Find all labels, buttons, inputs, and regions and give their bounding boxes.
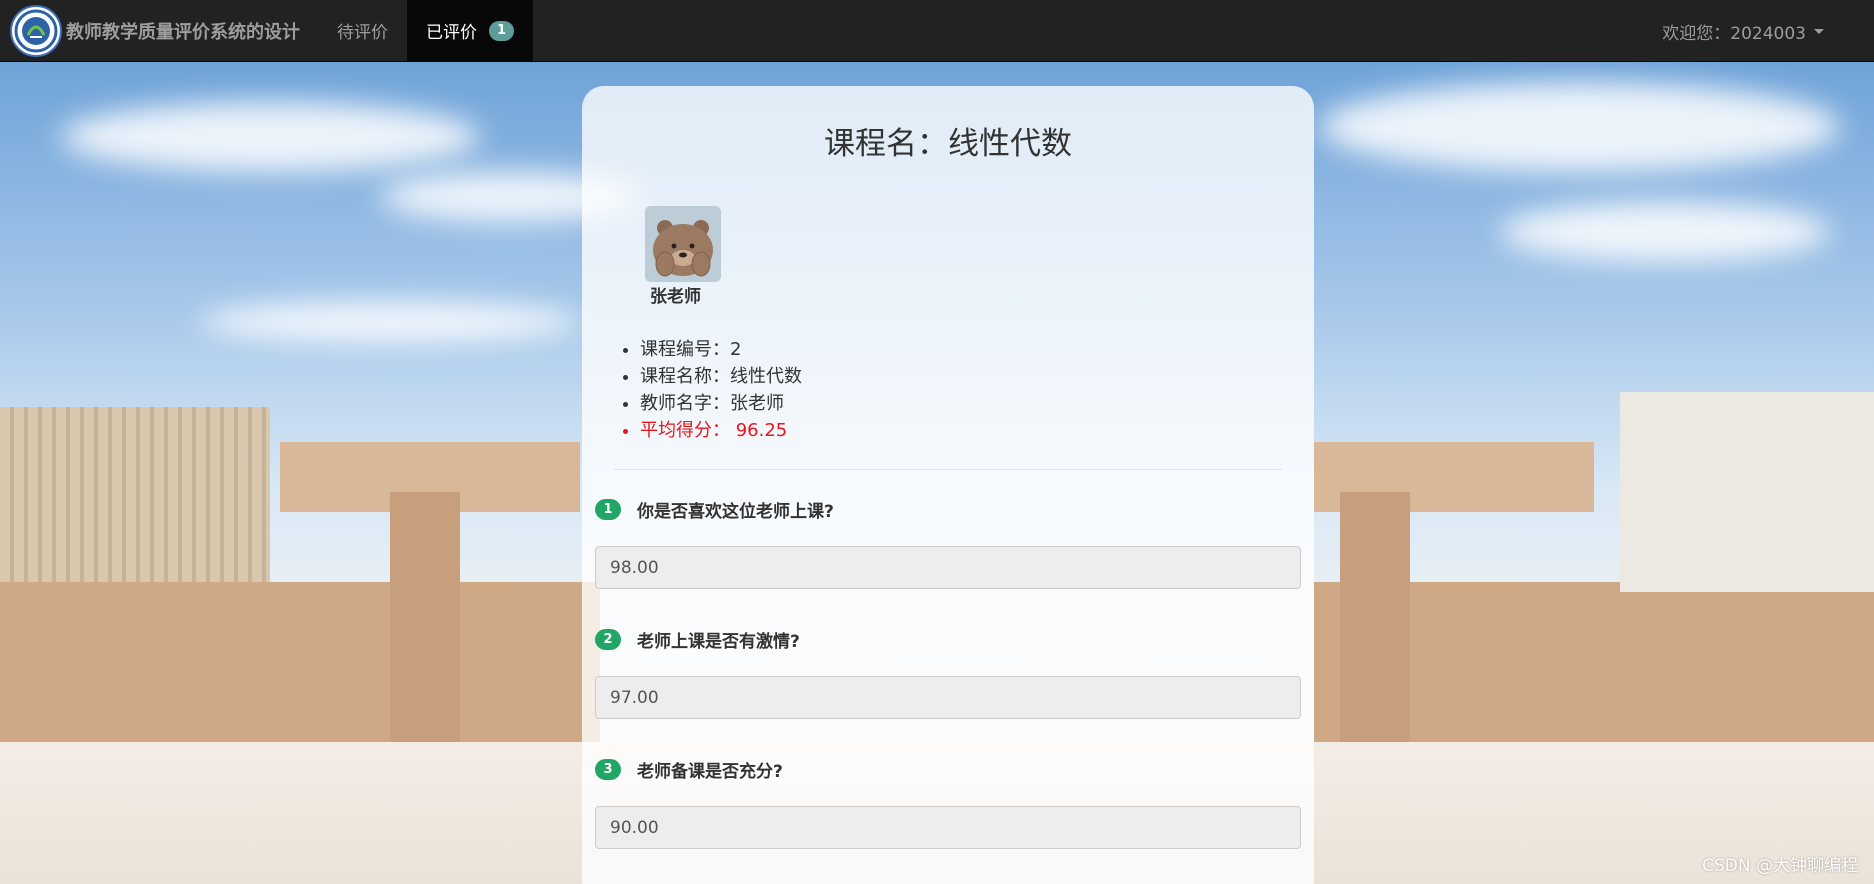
course-title: 课程名：线性代数 — [824, 126, 1072, 162]
average-score-item: 平均得分： 96.25 — [640, 417, 802, 444]
welcome-user-text: 欢迎您：2024003 — [1662, 23, 1806, 44]
question-text: 老师备课是否充分? — [637, 762, 783, 782]
top-navbar: 教师教学质量评价系统的设计 待评价 已评价 1 欢迎您：2024003 — [0, 0, 1874, 62]
question-number-badge: 1 — [595, 499, 621, 520]
question-text: 你是否喜欢这位老师上课? — [637, 502, 834, 522]
teacher-name: 张老师 — [650, 287, 701, 307]
question-3: 3 老师备课是否充分? — [595, 757, 783, 782]
user-menu-dropdown[interactable]: 欢迎您：2024003 — [1662, 0, 1824, 62]
course-info-list: 课程编号：2 课程名称：线性代数 教师名字：张老师 平均得分： 96.25 — [640, 336, 802, 444]
tab-label: 已评价 — [426, 23, 477, 43]
teacher-name-item: 教师名字：张老师 — [640, 390, 802, 417]
question-3-score-field[interactable]: 90.00 — [595, 806, 1301, 849]
divider — [614, 469, 1282, 470]
question-1: 1 你是否喜欢这位老师上课? — [595, 497, 834, 522]
brand-title[interactable]: 教师教学质量评价系统的设计 — [66, 18, 300, 44]
school-logo[interactable] — [10, 4, 62, 57]
csdn-watermark: CSDN @大钟聊编程 — [1702, 856, 1858, 876]
question-2: 2 老师上课是否有激情? — [595, 627, 800, 652]
question-2-score-field[interactable]: 97.00 — [595, 676, 1301, 719]
question-number-badge: 3 — [595, 759, 621, 780]
count-badge: 1 — [489, 20, 515, 41]
course-name-item: 课程名称：线性代数 — [640, 363, 802, 390]
tab-label: 待评价 — [337, 23, 388, 43]
course-evaluation-card: 课程名：线性代数 张老师 课程编号：2 课程名称：线性代数 教师名字：张老师 平… — [582, 86, 1314, 884]
course-id-item: 课程编号：2 — [640, 336, 802, 363]
chevron-down-icon — [1814, 28, 1824, 34]
tab-evaluated[interactable]: 已评价 1 — [407, 0, 534, 62]
teacher-avatar — [645, 206, 721, 282]
question-number-badge: 2 — [595, 629, 621, 650]
tab-pending-evaluation[interactable]: 待评价 — [318, 0, 407, 62]
question-1-score-field[interactable]: 98.00 — [595, 546, 1301, 589]
question-text: 老师上课是否有激情? — [637, 632, 800, 652]
